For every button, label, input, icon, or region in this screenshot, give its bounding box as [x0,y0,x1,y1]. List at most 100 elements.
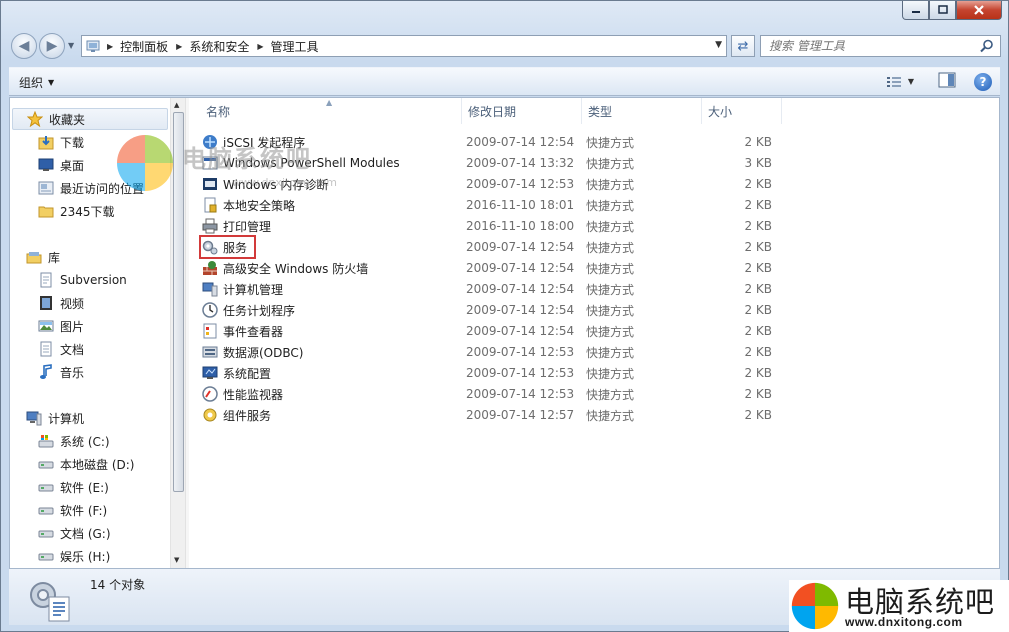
file-row[interactable]: 高级安全 Windows 防火墙 2009-07-14 12:54 快捷方式 2 KB [202,258,782,278]
file-name-cell[interactable]: 本地安全策略 [202,195,295,215]
nav-label: 2345下载 [60,204,115,219]
help-button[interactable]: ? [974,72,992,91]
nav-label: 软件 (E:) [60,480,109,495]
nav-item-music[interactable]: 音乐 [38,361,84,383]
nav-item-drive-e[interactable]: 软件 (E:) [38,476,109,498]
event-viewer-icon [202,323,218,339]
column-label: 大小 [708,104,733,119]
scroll-down-icon[interactable]: ▼ [174,556,179,564]
chevron-down-icon[interactable]: ▼ [908,77,914,86]
nav-item-drive-d[interactable]: 本地磁盘 (D:) [38,453,134,475]
component-services-icon [202,407,218,423]
nav-item-drive-f[interactable]: 软件 (F:) [38,499,107,521]
file-row[interactable]: 计算机管理 2009-07-14 12:54 快捷方式 2 KB [202,279,782,299]
file-name-cell[interactable]: 计算机管理 [202,279,283,299]
file-row[interactable]: 服务 2009-07-14 12:54 快捷方式 2 KB [202,237,782,257]
breadcrumb-item[interactable]: 控制面板 ▶ [120,38,189,55]
file-type: 快捷方式 [586,156,635,171]
file-name-cell[interactable]: 高级安全 Windows 防火墙 [202,258,368,278]
file-date: 2009-07-14 12:53 [466,387,575,401]
file-size: 2 KB [744,135,772,149]
recent-pages-dropdown[interactable]: ▼ [68,41,74,50]
hard-drive-icon [38,525,54,541]
file-row[interactable]: 本地安全策略 2016-11-10 18:01 快捷方式 2 KB [202,195,782,215]
nav-item-drive-g[interactable]: 文档 (G:) [38,522,111,544]
address-bar[interactable]: ▶ 控制面板 ▶ 系统和安全 ▶ 管理工具 ▼ [81,35,727,57]
file-name-cell[interactable]: 任务计划程序 [202,300,295,320]
library-icon [26,249,42,265]
nav-computer[interactable]: 计算机 [26,407,84,429]
file-date: 2016-11-10 18:01 [466,198,575,212]
nav-item-documents[interactable]: 文档 [38,338,84,360]
nav-favorites[interactable]: 收藏夹 [12,108,168,130]
column-header-date[interactable]: 修改日期 [462,98,582,124]
nav-item-2345-downloads[interactable]: 2345下载 [38,200,115,222]
file-size: 3 KB [744,156,772,170]
column-label: 类型 [588,104,613,119]
file-name-cell[interactable]: 性能监视器 [202,384,283,404]
file-type: 快捷方式 [586,198,635,213]
brand-banner: 电脑系统吧 www.dnxitong.com [789,580,1009,632]
breadcrumb-root-arrow[interactable]: ▶ [104,42,120,51]
help-icon: ? [979,74,987,89]
file-size: 2 KB [744,219,772,233]
forward-button[interactable]: ▶ [39,33,65,59]
file-date: 2009-07-14 12:53 [466,366,575,380]
hard-drive-icon [38,502,54,518]
maximize-button[interactable] [929,1,956,20]
sort-ascending-icon: ▲ [326,98,333,107]
file-size: 2 KB [744,324,772,338]
refresh-button[interactable]: ⇄ [731,35,755,57]
nav-item-drive-c[interactable]: 系统 (C:) [38,430,110,452]
column-header-size[interactable]: 大小 [702,98,782,124]
file-row[interactable]: 数据源(ODBC) 2009-07-14 12:53 快捷方式 2 KB [202,342,782,362]
file-name-cell[interactable]: 组件服务 [202,405,271,425]
file-row[interactable]: 事件查看器 2009-07-14 12:54 快捷方式 2 KB [202,321,782,341]
search-box[interactable] [760,35,1001,57]
file-row[interactable]: 系统配置 2009-07-14 12:53 快捷方式 2 KB [202,363,782,383]
search-input[interactable] [769,39,969,53]
search-icon[interactable] [980,39,994,53]
column-header-type[interactable]: 类型 [582,98,702,124]
nav-item-subversion[interactable]: Subversion [38,269,127,291]
details-view-icon [886,76,901,87]
change-view-button[interactable]: ▼ [886,75,914,89]
column-label: 名称 [206,104,231,119]
organize-button[interactable]: 组织 ▼ [19,74,54,91]
nav-libraries[interactable]: 库 [26,246,60,268]
system-config-icon [202,365,218,381]
file-date: 2009-07-14 12:54 [466,303,575,317]
nav-item-downloads[interactable]: 下载 [38,131,84,153]
address-dropdown-icon[interactable]: ▼ [715,40,722,50]
nav-label: 系统 (C:) [60,434,110,449]
file-name-cell[interactable]: 数据源(ODBC) [202,342,303,362]
file-size: 2 KB [744,240,772,254]
nav-item-pictures[interactable]: 图片 [38,315,84,337]
scroll-up-icon[interactable]: ▲ [174,101,179,109]
file-row[interactable]: 任务计划程序 2009-07-14 12:54 快捷方式 2 KB [202,300,782,320]
file-size: 2 KB [744,408,772,422]
nav-item-drive-h[interactable]: 娱乐 (H:) [38,545,110,567]
file-name-cell[interactable]: 系统配置 [202,363,271,383]
explorer-window: ◀ ▶ ▼ ▶ 控制面板▶ 系统和安全▶ 管理工具 ▼ ⇄ 组织 ▼ [0,0,1009,632]
breadcrumb-item[interactable]: 系统和安全 ▶ [189,38,270,55]
breadcrumb-item[interactable]: 管理工具 [271,38,319,55]
file-name-cell[interactable]: 打印管理 [202,216,271,236]
file-row[interactable]: 性能监视器 2009-07-14 12:53 快捷方式 2 KB [202,384,782,404]
brand-logo-icon [791,582,839,630]
preview-pane-button[interactable] [938,72,956,91]
file-row[interactable]: 组件服务 2009-07-14 12:57 快捷方式 2 KB [202,405,782,425]
file-date: 2009-07-14 12:54 [466,282,575,296]
nav-item-videos[interactable]: 视频 [38,292,84,314]
document-library-icon [38,272,54,288]
caption-buttons [902,1,1002,20]
minimize-button[interactable] [902,1,929,20]
file-size: 2 KB [744,366,772,380]
back-button[interactable]: ◀ [11,33,37,59]
close-button[interactable] [956,1,1002,20]
close-icon [974,5,984,15]
printer-icon [202,218,218,234]
nav-item-desktop[interactable]: 桌面 [38,154,84,176]
file-row[interactable]: 打印管理 2016-11-10 18:00 快捷方式 2 KB [202,216,782,236]
file-name-cell[interactable]: 事件查看器 [202,321,283,341]
